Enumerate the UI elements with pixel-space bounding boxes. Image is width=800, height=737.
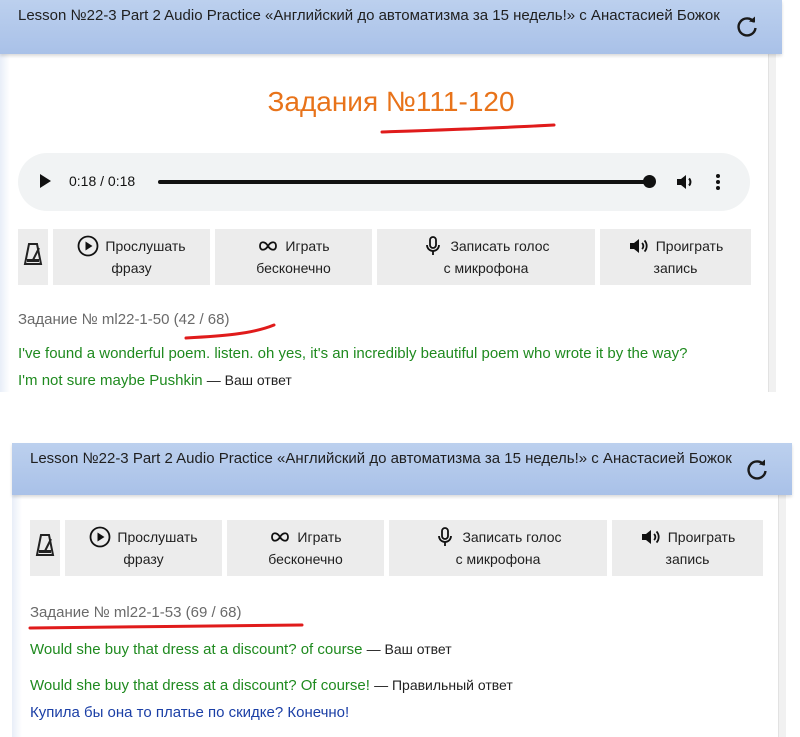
audio-progress-knob[interactable] — [643, 175, 656, 188]
window-titlebar: Lesson №22-3 Part 2 Audio Practice «Англ… — [12, 443, 792, 495]
listen-label-2: фразу — [123, 551, 164, 567]
audio-time: 0:18 / 0:18 — [69, 173, 136, 189]
loop-button[interactable]: Играть бесконечно — [215, 229, 372, 285]
loop-label-1: Играть — [297, 529, 342, 545]
record-label-2: с микрофона — [443, 260, 529, 276]
playback-label-2: запись — [665, 551, 710, 567]
microphone-icon — [434, 526, 456, 548]
practice-window-top: Lesson №22-3 Part 2 Audio Practice «Англ… — [0, 0, 782, 392]
listen-label-2: фразу — [111, 260, 152, 276]
listen-phrase-button[interactable]: Прослушать фразу — [65, 520, 222, 576]
user-answer-line: Would she buy that dress at a discount? … — [30, 641, 452, 658]
practice-toolbar: Прослушать фразу Играть бесконечно Запис… — [30, 520, 763, 576]
window-titlebar: Lesson №22-3 Part 2 Audio Practice «Англ… — [0, 0, 782, 54]
correct-answer-tag: — Правильный ответ — [374, 677, 513, 693]
play-circle-icon — [89, 526, 111, 548]
record-label-1: Записать голос — [450, 238, 550, 254]
record-voice-button[interactable]: Записать голос с микрофона — [389, 520, 607, 576]
record-label-1: Записать голос — [462, 529, 562, 545]
listen-label-1: Прослушать — [117, 529, 198, 545]
red-underline — [184, 323, 276, 340]
audio-player[interactable]: 0:18 / 0:18 — [18, 153, 750, 211]
volume-icon[interactable] — [674, 170, 698, 194]
infinity-icon — [269, 526, 291, 548]
more-vert-icon[interactable] — [710, 170, 726, 194]
refresh-icon[interactable] — [734, 14, 760, 40]
loop-label-2: бесконечно — [256, 260, 331, 276]
your-answer-tag: — Ваш ответ — [366, 641, 452, 657]
listen-label-1: Прослушать — [105, 238, 186, 254]
metronome-button[interactable] — [30, 520, 60, 576]
user-answer-line: I'm not sure maybe Pushkin — Ваш ответ — [18, 372, 292, 389]
playback-label-2: запись — [653, 260, 698, 276]
refresh-icon[interactable] — [744, 457, 770, 483]
listen-phrase-button[interactable]: Прослушать фразу — [53, 229, 210, 285]
playback-label-1: Проиграть — [667, 529, 736, 545]
user-answer: I've found a wonderful poem. listen. oh … — [18, 345, 688, 362]
left-shade — [12, 495, 22, 737]
user-answer-cont: I'm not sure maybe Pushkin — [18, 372, 203, 389]
correct-answer-line: Would she buy that dress at a discount? … — [30, 677, 513, 694]
exercise-heading: Задания №111-120 — [267, 86, 515, 117]
metronome-icon — [35, 533, 55, 563]
red-underline — [380, 123, 556, 134]
playback-button[interactable]: Проиграть запись — [612, 520, 763, 576]
your-answer-tag: — Ваш ответ — [206, 372, 292, 388]
loop-label-2: бесконечно — [268, 551, 343, 567]
infinity-icon — [257, 235, 279, 257]
red-underline — [28, 623, 304, 630]
translation: Купила бы она то платье по скидке? Конеч… — [30, 704, 350, 721]
record-voice-button[interactable]: Записать голос с микрофона — [377, 229, 595, 285]
window-title: Lesson №22-3 Part 2 Audio Practice «Англ… — [18, 7, 720, 24]
audio-progress-track[interactable] — [158, 180, 648, 184]
metronome-button[interactable] — [18, 229, 48, 285]
record-label-2: с микрофона — [455, 551, 541, 567]
speaker-icon — [628, 235, 650, 257]
playback-label-1: Проиграть — [655, 238, 724, 254]
practice-toolbar: Прослушать фразу Играть бесконечно Запис… — [18, 229, 751, 285]
microphone-icon — [422, 235, 444, 257]
playback-button[interactable]: Проиграть запись — [600, 229, 751, 285]
correct-answer: Would she buy that dress at a discount? … — [30, 677, 370, 694]
loop-label-1: Играть — [285, 238, 330, 254]
speaker-icon — [640, 526, 662, 548]
user-answer: Would she buy that dress at a discount? … — [30, 641, 363, 658]
scrollbar[interactable] — [778, 495, 786, 737]
practice-window-bottom: Lesson №22-3 Part 2 Audio Practice «Англ… — [12, 443, 792, 737]
metronome-icon — [23, 242, 43, 272]
play-icon[interactable] — [40, 174, 51, 188]
window-title: Lesson №22-3 Part 2 Audio Practice «Англ… — [30, 450, 732, 467]
play-circle-icon — [77, 235, 99, 257]
loop-button[interactable]: Играть бесконечно — [227, 520, 384, 576]
